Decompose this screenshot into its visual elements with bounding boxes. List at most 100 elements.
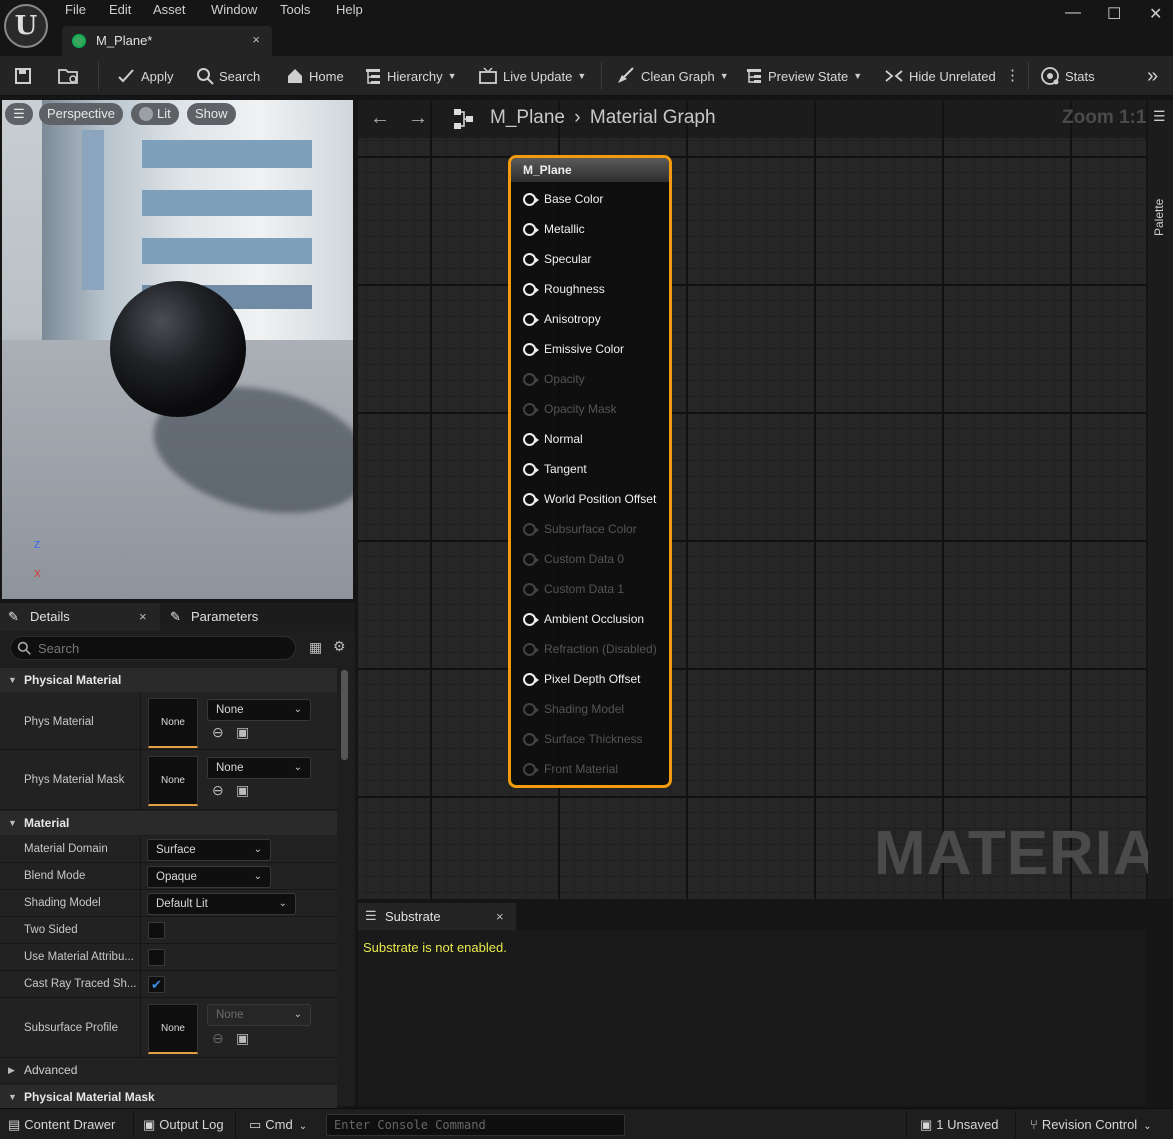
pin-connector-icon[interactable] — [523, 252, 539, 266]
pin-connector-icon[interactable] — [523, 312, 539, 326]
settings-gear-icon[interactable]: ⚙ — [333, 638, 346, 655]
pin-connector-icon[interactable] — [523, 492, 539, 506]
material-domain-dropdown[interactable]: Surface ⌄ — [147, 839, 271, 861]
two-sided-checkbox[interactable] — [148, 922, 165, 939]
minimize-icon[interactable]: — — [1065, 4, 1081, 22]
node-pin[interactable]: Roughness — [523, 282, 605, 296]
pin-connector-icon[interactable] — [523, 222, 539, 236]
details-search-input[interactable]: Search — [10, 636, 296, 660]
pin-connector-icon[interactable] — [523, 612, 539, 626]
unreal-logo-icon[interactable]: U — [4, 4, 48, 48]
node-pin[interactable]: Tangent — [523, 462, 587, 476]
close-window-icon[interactable]: ✕ — [1149, 4, 1162, 24]
document-tab[interactable]: M_Plane* × — [62, 26, 272, 56]
subsurface-profile-thumbnail[interactable]: None — [148, 1004, 198, 1054]
forward-arrow-icon[interactable]: → — [408, 107, 428, 130]
pin-connector-icon[interactable] — [523, 732, 539, 746]
use-material-attributes-checkbox[interactable] — [148, 949, 165, 966]
details-scrollbar[interactable] — [341, 670, 348, 760]
breadcrumb-root[interactable]: M_Plane — [490, 107, 565, 128]
use-selected-arrow-icon[interactable]: ⊖ — [212, 782, 224, 799]
hierarchy-button[interactable]: Hierarchy ▼ — [364, 66, 457, 86]
substrate-tab[interactable]: ☰ Substrate × — [358, 903, 516, 930]
content-drawer-button[interactable]: ▤ Content Drawer — [8, 1117, 115, 1133]
section-advanced[interactable]: ▶ Advanced — [0, 1058, 337, 1082]
home-button[interactable]: Home — [286, 66, 344, 86]
clean-graph-button[interactable]: Clean Graph ▼ — [616, 66, 729, 86]
show-button[interactable]: Show — [187, 103, 236, 125]
table-view-icon[interactable]: ▦ — [309, 639, 322, 656]
menu-asset[interactable]: Asset — [153, 2, 186, 17]
phys-material-dropdown[interactable]: None ⌄ — [207, 699, 311, 721]
hide-unrelated-button[interactable]: Hide Unrelated — [884, 66, 996, 86]
output-log-button[interactable]: ▣ Output Log — [143, 1117, 224, 1133]
material-graph-canvas[interactable] — [358, 100, 1146, 899]
node-pin[interactable]: Specular — [523, 252, 591, 266]
pin-connector-icon[interactable] — [523, 432, 539, 446]
blend-mode-dropdown[interactable]: Opaque ⌄ — [147, 866, 271, 888]
palette-sidebar[interactable]: ☰ Palette — [1148, 100, 1173, 899]
menu-help[interactable]: Help — [336, 2, 363, 17]
tab-parameters[interactable]: ✎ Parameters — [170, 603, 258, 631]
section-material[interactable]: ▼ Material — [0, 811, 337, 835]
node-pin[interactable]: Normal — [523, 432, 583, 446]
browse-asset-icon[interactable]: ▣ — [236, 1030, 249, 1047]
node-pin[interactable]: Pixel Depth Offset — [523, 672, 641, 686]
phys-material-mask-thumbnail[interactable]: None — [148, 756, 198, 806]
menu-tools[interactable]: Tools — [280, 2, 310, 17]
pin-connector-icon[interactable] — [523, 372, 539, 386]
menu-window[interactable]: Window — [211, 2, 257, 17]
save-button[interactable] — [14, 66, 32, 86]
pin-connector-icon[interactable] — [523, 552, 539, 566]
close-tab-icon[interactable]: × — [139, 603, 147, 631]
stats-button[interactable]: Stats — [1040, 66, 1095, 86]
section-physical-material-mask[interactable]: ▼ Physical Material Mask — [0, 1085, 337, 1109]
more-options-icon[interactable]: ⋮ — [1005, 66, 1025, 86]
back-arrow-icon[interactable]: ← — [370, 107, 390, 130]
phys-material-thumbnail[interactable]: None — [148, 698, 198, 748]
subsurface-profile-dropdown[interactable]: None ⌄ — [207, 1004, 311, 1026]
preview-state-button[interactable]: Preview State ▼ — [745, 66, 862, 86]
toolbar-overflow-icon[interactable]: » — [1147, 66, 1163, 86]
phys-material-mask-dropdown[interactable]: None ⌄ — [207, 757, 311, 779]
material-output-node[interactable]: M_Plane Base Color Metallic Specular Roughn… — [508, 155, 672, 788]
use-selected-arrow-icon[interactable]: ⊖ — [212, 1030, 224, 1047]
node-pin[interactable]: Metallic — [523, 222, 585, 236]
node-pin[interactable]: Base Color — [523, 192, 603, 206]
node-pin[interactable]: World Position Offset — [523, 492, 656, 506]
pin-connector-icon[interactable] — [523, 342, 539, 356]
node-pin[interactable]: Ambient Occlusion — [523, 612, 644, 626]
revision-control-button[interactable]: ⑂ Revision Control ⌄ — [1030, 1117, 1152, 1132]
pin-connector-icon[interactable] — [523, 192, 539, 206]
section-physical-material[interactable]: ▼ Physical Material — [0, 668, 337, 692]
maximize-icon[interactable]: ☐ — [1107, 4, 1121, 24]
document-tab-close-icon[interactable]: × — [252, 32, 260, 47]
pin-connector-icon[interactable] — [523, 402, 539, 416]
browse-asset-icon[interactable]: ▣ — [236, 782, 249, 799]
search-button[interactable]: Search — [196, 66, 260, 86]
node-pin[interactable]: Emissive Color — [523, 342, 624, 356]
tab-details[interactable]: ✎ Details × — [0, 603, 160, 631]
viewport-menu-icon[interactable]: ☰ — [5, 103, 33, 125]
preview-viewport[interactable]: Z X — [2, 100, 353, 599]
console-command-input[interactable]: Enter Console Command — [326, 1114, 625, 1136]
cmd-dropdown[interactable]: ▭ Cmd ⌄ — [249, 1117, 307, 1133]
pin-connector-icon[interactable] — [523, 582, 539, 596]
live-update-button[interactable]: Live Update ▼ — [478, 66, 586, 86]
browse-button[interactable] — [58, 66, 80, 86]
pin-connector-icon[interactable] — [523, 522, 539, 536]
unsaved-button[interactable]: ▣ 1 Unsaved — [920, 1117, 998, 1133]
pin-connector-icon[interactable] — [523, 462, 539, 476]
pin-connector-icon[interactable] — [523, 702, 539, 716]
browse-asset-icon[interactable]: ▣ — [236, 724, 249, 741]
perspective-button[interactable]: Perspective — [39, 103, 123, 125]
shading-model-dropdown[interactable]: Default Lit ⌄ — [147, 893, 296, 915]
use-selected-arrow-icon[interactable]: ⊖ — [212, 724, 224, 741]
apply-button[interactable]: Apply — [116, 66, 174, 86]
lit-button[interactable]: Lit — [131, 103, 179, 125]
pin-connector-icon[interactable] — [523, 642, 539, 656]
pin-connector-icon[interactable] — [523, 282, 539, 296]
menu-edit[interactable]: Edit — [109, 2, 131, 17]
node-pin[interactable]: Anisotropy — [523, 312, 601, 326]
close-tab-icon[interactable]: × — [496, 909, 504, 924]
